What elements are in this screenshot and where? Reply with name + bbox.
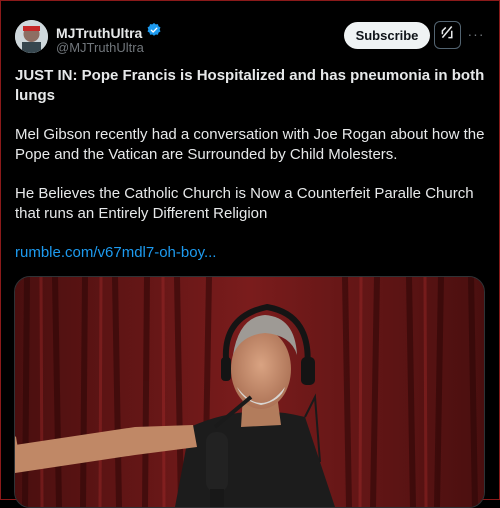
tweet-media-image[interactable] xyxy=(14,276,485,508)
tweet: MJTruthUltra @MJTruthUltra Subscribe ···… xyxy=(0,0,500,508)
author-display-name[interactable]: MJTruthUltra xyxy=(56,25,142,41)
more-options-button[interactable]: ··· xyxy=(466,26,486,42)
grok-button[interactable] xyxy=(434,21,461,49)
subscribe-button[interactable]: Subscribe xyxy=(344,22,430,49)
verified-badge-icon xyxy=(146,22,162,43)
more-icon: ··· xyxy=(467,26,485,42)
grok-icon xyxy=(439,24,456,46)
avatar[interactable] xyxy=(15,20,48,53)
author-handle[interactable]: @MJTruthUltra xyxy=(56,40,144,55)
tweet-body: JUST IN: Pope Francis is Hospitalized an… xyxy=(15,66,485,263)
tweet-headline: JUST IN: Pope Francis is Hospitalized an… xyxy=(15,67,485,104)
tweet-link[interactable]: rumble.com/v67mdl7-oh-boy... xyxy=(15,243,485,263)
video-thumbnail xyxy=(15,277,484,507)
tweet-paragraph-2: He Believes the Catholic Church is Now a… xyxy=(15,185,474,222)
tweet-paragraph-1: Mel Gibson recently had a conversation w… xyxy=(15,126,485,163)
